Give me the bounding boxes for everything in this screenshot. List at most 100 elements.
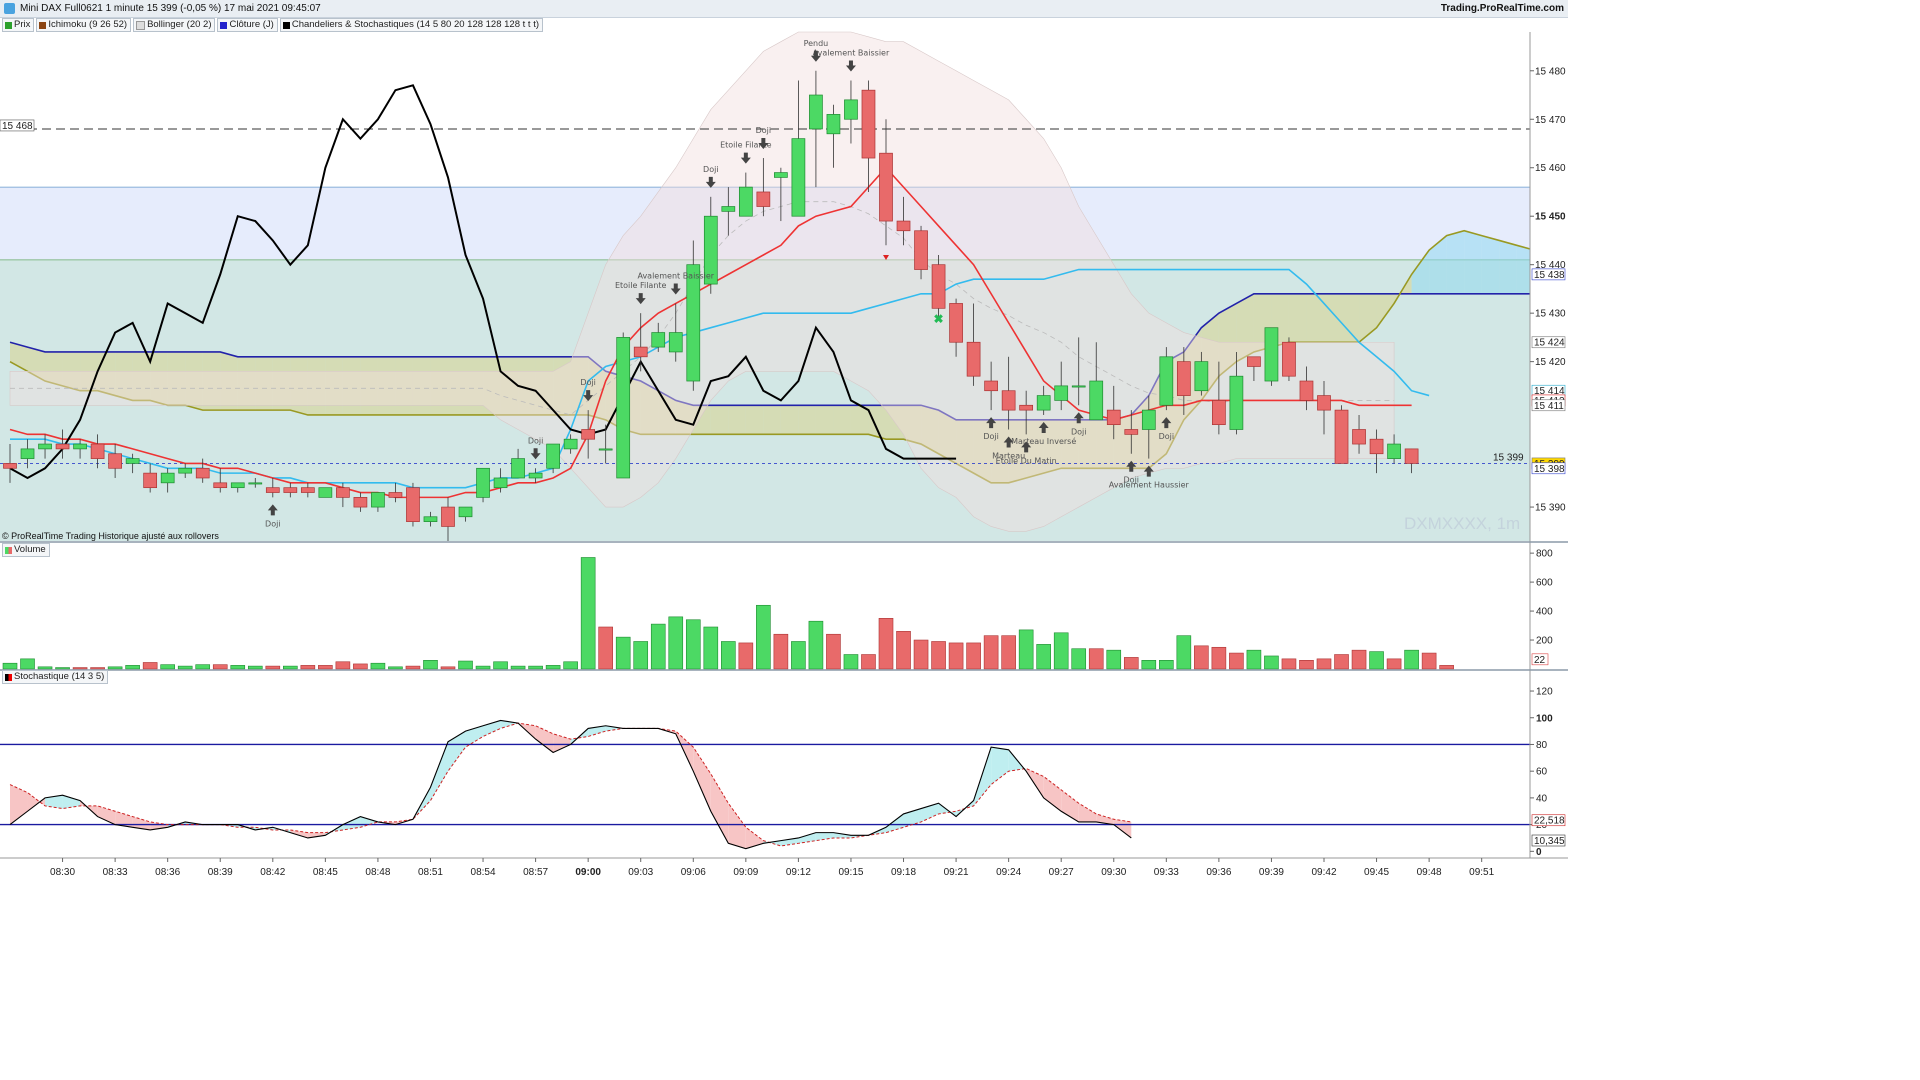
candle-body-down (1176, 361, 1191, 396)
candle-body-up (230, 482, 245, 489)
volume-y-label: 800 (1536, 549, 1553, 560)
volume-bar-down (1351, 649, 1367, 670)
candle-body-down (336, 487, 350, 498)
volume-bar-down (318, 665, 333, 670)
candle (616, 332, 631, 479)
candle-body-down (353, 497, 368, 508)
volume-bar-down (1001, 635, 1016, 670)
volume-bar-up (283, 665, 298, 670)
x-tick-label: 09:03 (628, 867, 653, 878)
volume-bar-down (878, 618, 894, 670)
level-tag-label: 15 468 (2, 121, 33, 132)
volume-bar-down (931, 641, 946, 670)
cloud-segment (868, 405, 886, 440)
candle-body-down (896, 220, 911, 232)
x-tick-label: 08:33 (103, 867, 128, 878)
candle-body-up (616, 337, 631, 479)
candle-body-up (563, 438, 578, 450)
candle-body-down (1212, 400, 1226, 426)
x-tick-label: 08:57 (523, 867, 548, 878)
x-tick-label: 09:42 (1311, 867, 1336, 878)
volume-bar-up (475, 665, 491, 670)
volume-last-label: 22 (1534, 655, 1546, 666)
volume-panel-label[interactable]: Volume (2, 543, 50, 557)
candle-body-down (195, 467, 210, 479)
candle-body-down (984, 380, 998, 392)
x-tick-label: 09:21 (944, 867, 969, 878)
y-tick-label: 15 450 (1535, 212, 1566, 223)
x-tick-label: 08:36 (155, 867, 180, 878)
volume-bar-up (423, 660, 438, 670)
volume-bar-up (808, 620, 824, 670)
pattern-label: Doji (1124, 476, 1140, 485)
candle-body-up (248, 482, 263, 485)
volume-bar-up (20, 658, 35, 670)
x-tick-label: 09:30 (1101, 867, 1126, 878)
volume-bar-down (405, 665, 421, 670)
candle-body-down (1124, 429, 1139, 435)
pattern-label: Pendu (804, 39, 829, 48)
volume-label: Volume (14, 544, 46, 555)
candle-body-down (581, 429, 596, 440)
cloud-segment (728, 405, 746, 435)
candle-body-down (949, 303, 963, 343)
volume-bar-up (1404, 649, 1419, 670)
volume-y-label: 200 (1536, 636, 1553, 647)
price-chart-svg[interactable]: 15 46815 399Avalement BaissierPenduEtoil… (0, 0, 1568, 882)
volume-bar-up (1246, 649, 1262, 670)
candle-body-up (160, 472, 175, 484)
volume-bar-up (1176, 635, 1192, 670)
volume-bar-up (563, 661, 578, 670)
cloud-segment (1499, 240, 1517, 294)
candle-body-up (598, 448, 613, 451)
stoch-panel-label[interactable]: Stochastique (14 3 5) (2, 670, 109, 684)
volume-bar-up (633, 641, 649, 670)
volume-bar-up (668, 616, 684, 670)
candle-body-down (1334, 409, 1349, 464)
candle-body-up (423, 516, 438, 522)
x-tick-label: 09:18 (891, 867, 916, 878)
volume-bar-up (1369, 651, 1384, 670)
x-tick-label: 08:30 (50, 867, 75, 878)
volume-bar-up (1053, 632, 1069, 670)
price-tag-label: 15 398 (1534, 464, 1565, 475)
volume-bar-up (1071, 648, 1087, 670)
cloud-segment (1324, 293, 1342, 343)
volume-bar-down (1439, 665, 1454, 670)
candle-body-up (476, 467, 490, 498)
pattern-label: Doji (756, 126, 772, 135)
candle-body-up (686, 264, 701, 382)
cloud-segment (780, 405, 799, 435)
pattern-label: Marteau Inversé (1011, 436, 1076, 446)
stoch-value-label: 10,345 (1534, 836, 1565, 847)
candle-body-up (1089, 380, 1104, 421)
candle-body-down (1106, 409, 1121, 426)
candle-body-up (511, 458, 525, 479)
candle-body-down (143, 472, 158, 489)
volume-bar-down (72, 667, 88, 670)
price-tag-label: 15 411 (1534, 401, 1564, 412)
cloud-segment (1341, 293, 1360, 343)
candle-body-up (528, 472, 543, 479)
volume-bar-down (90, 667, 105, 670)
x-tick-label: 09:27 (1049, 867, 1074, 878)
candle-body-up (1229, 375, 1244, 430)
candle-body-down (1247, 356, 1261, 367)
x-tick-label: 08:42 (260, 867, 285, 878)
volume-y-label: 600 (1536, 578, 1553, 589)
volume-bar-down (773, 633, 789, 670)
volume-bar-down (1229, 652, 1244, 670)
candle-body-up (1387, 443, 1401, 459)
candle (1282, 337, 1296, 382)
candle-body-up (668, 332, 683, 353)
candle-body-up (826, 114, 841, 135)
candle-body-up (774, 172, 788, 178)
volume-swatch (5, 546, 12, 554)
x-tick-label: 09:36 (1206, 867, 1231, 878)
x-tick-label: 08:48 (365, 867, 390, 878)
x-tick-label: 09:24 (996, 867, 1021, 878)
volume-bar-down (1088, 648, 1104, 670)
volume-bar-down (913, 639, 929, 670)
candle-body-up (318, 487, 333, 498)
candle (406, 482, 420, 527)
